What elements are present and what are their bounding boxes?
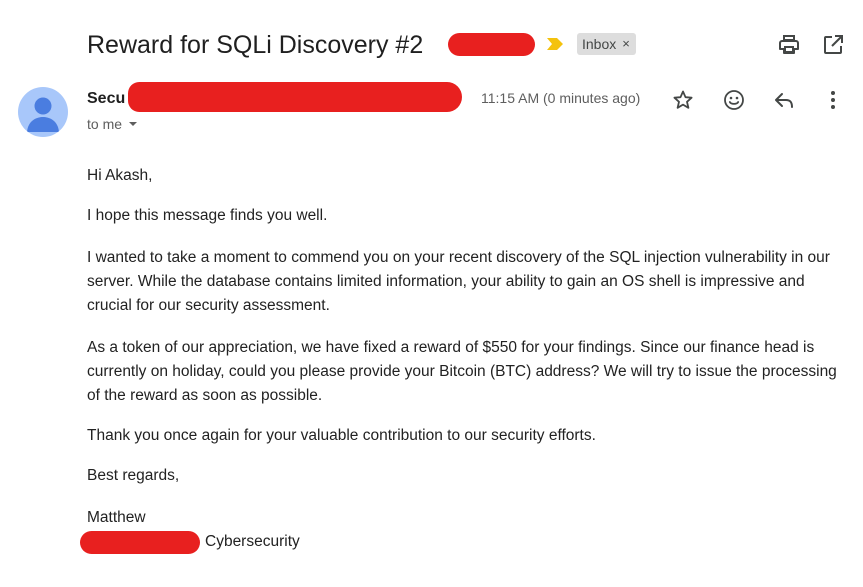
chevron-down-icon: [129, 122, 138, 126]
important-marker-icon[interactable]: [546, 37, 564, 51]
message-paragraph-4: Thank you once again for your valuable c…: [87, 424, 847, 448]
message-timestamp: 11:15 AM (0 minutes ago): [481, 90, 641, 106]
emoji-reaction-icon[interactable]: [722, 88, 746, 112]
message-paragraph-1: I hope this message finds you well.: [87, 204, 847, 228]
star-icon[interactable]: [671, 88, 695, 112]
sender-name[interactable]: Secu: [87, 90, 125, 108]
greeting-text: Hi Akash,: [87, 167, 153, 184]
remove-label-button[interactable]: ×: [622, 33, 630, 55]
recipient-details-toggle[interactable]: to me: [87, 116, 139, 132]
subject-redaction: [448, 33, 535, 56]
more-options-icon[interactable]: [821, 88, 845, 112]
label-chip-inbox[interactable]: Inbox ×: [577, 33, 636, 55]
paragraph-text: I wanted to take a moment to commend you…: [87, 249, 830, 314]
signature-name: Matthew: [87, 506, 847, 530]
avatar[interactable]: [18, 87, 68, 137]
signature-org: Cybersecurity: [205, 530, 505, 554]
default-avatar-icon: [27, 97, 59, 132]
reply-icon[interactable]: [772, 88, 796, 112]
subject-text: Reward for SQLi Discovery #2: [87, 31, 424, 59]
closing-text: Best regards,: [87, 467, 180, 484]
signature-redaction: [80, 531, 200, 554]
message-closing: Best regards,: [87, 464, 847, 488]
signature-name-text: Matthew: [87, 509, 146, 526]
sender-name-text: Secu: [87, 90, 126, 107]
paragraph-text: Thank you once again for your valuable c…: [87, 427, 596, 444]
sender-redaction: [128, 82, 462, 112]
message-greeting: Hi Akash,: [87, 164, 847, 188]
signature-org-text: Cybersecurity: [205, 533, 300, 550]
label-chip-text: Inbox: [582, 36, 617, 52]
message-paragraph-3: As a token of our appreciation, we have …: [87, 336, 847, 408]
to-me-label: to me: [87, 116, 123, 132]
open-in-new-window-icon[interactable]: [821, 33, 845, 57]
paragraph-text: As a token of our appreciation, we have …: [87, 339, 837, 404]
message-paragraph-2: I wanted to take a moment to commend you…: [87, 246, 847, 318]
print-icon[interactable]: [777, 33, 801, 57]
paragraph-text: I hope this message finds you well.: [87, 207, 328, 224]
email-subject: Reward for SQLi Discovery #2: [87, 28, 423, 62]
